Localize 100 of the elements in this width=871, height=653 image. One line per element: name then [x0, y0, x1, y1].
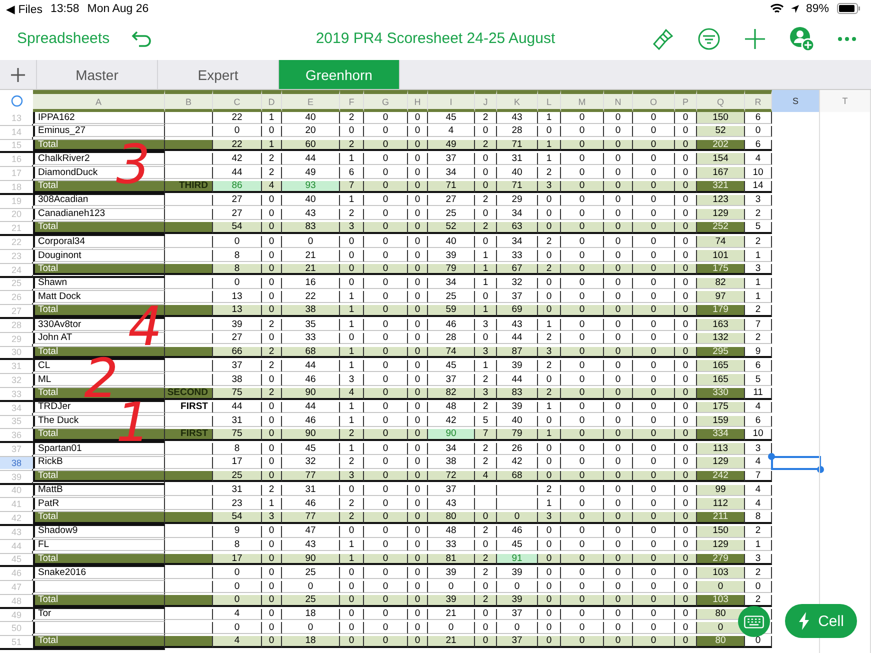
table-cell: 0	[633, 456, 675, 469]
row-number[interactable]: 45	[0, 554, 33, 566]
table-cell: 0	[213, 236, 262, 248]
table-cell: 0	[475, 180, 497, 193]
table-cell: 17	[213, 456, 262, 469]
back-to-app-link[interactable]: ◀ Files	[6, 2, 42, 16]
row-number[interactable]: 46	[0, 567, 33, 579]
row-number[interactable]: 23	[0, 250, 33, 262]
column-header[interactable]: T	[820, 90, 871, 112]
table-cell: 5	[745, 222, 772, 234]
table-cell: 8	[213, 250, 262, 262]
table-cell: 91	[497, 554, 538, 566]
row-number[interactable]: 44	[0, 540, 33, 552]
row-number[interactable]: 38	[0, 456, 33, 469]
table-cell: 39	[497, 402, 538, 414]
row-number[interactable]: 35	[0, 416, 33, 428]
table-cell: 0	[561, 443, 604, 455]
row-number[interactable]: 41	[0, 498, 33, 510]
spreadsheets-button[interactable]: Spreadsheets	[17, 30, 110, 47]
row-number[interactable]: 32	[0, 374, 33, 386]
table-cell: 79	[428, 264, 475, 276]
row-number[interactable]: 27	[0, 305, 33, 317]
row-number[interactable]: 22	[0, 236, 33, 248]
sheet-tab[interactable]: Greenhorn	[279, 60, 400, 89]
table-cell: 33	[428, 540, 475, 552]
table-cell: 0	[213, 278, 262, 290]
row-number[interactable]: 40	[0, 484, 33, 496]
table-cell: 0	[364, 594, 408, 607]
row-number[interactable]: 16	[0, 153, 33, 166]
table-cell: 52	[697, 126, 745, 138]
row-number[interactable]: 33	[0, 388, 33, 400]
row-number[interactable]: 25	[0, 278, 33, 290]
row-number[interactable]: 13	[0, 112, 33, 124]
row-number[interactable]: 26	[0, 291, 33, 303]
row-number[interactable]: 50	[0, 622, 33, 634]
row-number[interactable]: 47	[0, 581, 33, 593]
table-cell: 2	[262, 360, 282, 372]
table-cell: 129	[697, 456, 745, 469]
row-number[interactable]: 24	[0, 264, 33, 276]
row-number[interactable]: 39	[0, 470, 33, 482]
column-header[interactable]: F	[340, 90, 364, 112]
column-header[interactable]: N	[604, 90, 633, 112]
column-header[interactable]: B	[165, 90, 213, 112]
table-cell: 0	[604, 112, 633, 124]
row-number[interactable]: 21	[0, 222, 33, 234]
table-cell: 0	[282, 581, 340, 593]
column-header[interactable]: C	[213, 90, 262, 112]
table-cell: 0	[675, 140, 697, 152]
row-number[interactable]: 14	[0, 126, 33, 138]
column-header[interactable]: S	[772, 90, 820, 112]
row-number[interactable]: 43	[0, 526, 33, 538]
column-header[interactable]: D	[262, 90, 282, 112]
table-cell: 0	[364, 140, 408, 152]
row-number[interactable]: 48	[0, 594, 33, 607]
column-header[interactable]: P	[675, 90, 697, 112]
row-number[interactable]: 29	[0, 332, 33, 344]
row-number[interactable]: 18	[0, 180, 33, 193]
table-cell: Total	[33, 222, 165, 234]
column-header[interactable]: Q	[697, 90, 745, 112]
table-cell: 129	[697, 540, 745, 552]
table-cell: 0	[364, 567, 408, 579]
row-number[interactable]: 28	[0, 318, 33, 331]
document-title: 2019 PR4 Scoresheet 24-25 August	[316, 30, 556, 47]
table-cell: 0	[675, 594, 697, 607]
table-cell: 3	[745, 194, 772, 206]
row-number[interactable]: 15	[0, 140, 33, 152]
column-header[interactable]: L	[538, 90, 561, 112]
cell-button[interactable]: Cell	[785, 604, 857, 638]
table-cell: 82	[428, 388, 475, 400]
column-header[interactable]: K	[497, 90, 538, 112]
table-cell: 48	[428, 526, 475, 538]
row-number[interactable]: 37	[0, 443, 33, 455]
row-number[interactable]: 17	[0, 167, 33, 179]
table-cell: 80	[697, 636, 745, 648]
column-header[interactable]: E	[282, 90, 340, 112]
row-number[interactable]: 42	[0, 512, 33, 524]
row-number[interactable]: 31	[0, 360, 33, 372]
column-header[interactable]: I	[428, 90, 475, 112]
row-number[interactable]: 36	[0, 429, 33, 441]
row-number[interactable]: 19	[0, 194, 33, 206]
row-number[interactable]: 49	[0, 608, 33, 620]
column-header[interactable]: J	[475, 90, 497, 112]
column-header[interactable]: M	[561, 90, 604, 112]
row-number[interactable]: 34	[0, 402, 33, 414]
row-number[interactable]: 51	[0, 636, 33, 648]
table-cell: 2	[475, 456, 497, 469]
column-header[interactable]: A	[33, 90, 165, 112]
column-header[interactable]: G	[364, 90, 408, 112]
table-cell: 21	[282, 250, 340, 262]
table-cell: 0	[408, 470, 428, 482]
row-number[interactable]: 20	[0, 208, 33, 220]
row-number[interactable]: 30	[0, 346, 33, 358]
column-header[interactable]: H	[408, 90, 428, 112]
table-cell: 0	[475, 167, 497, 179]
table-cell: 5	[475, 416, 497, 428]
table-cell: 0	[633, 622, 675, 634]
column-header[interactable]: O	[633, 90, 675, 112]
table-cell: 80	[428, 512, 475, 524]
column-header[interactable]: R	[745, 90, 772, 112]
table-cell: 0	[633, 291, 675, 303]
